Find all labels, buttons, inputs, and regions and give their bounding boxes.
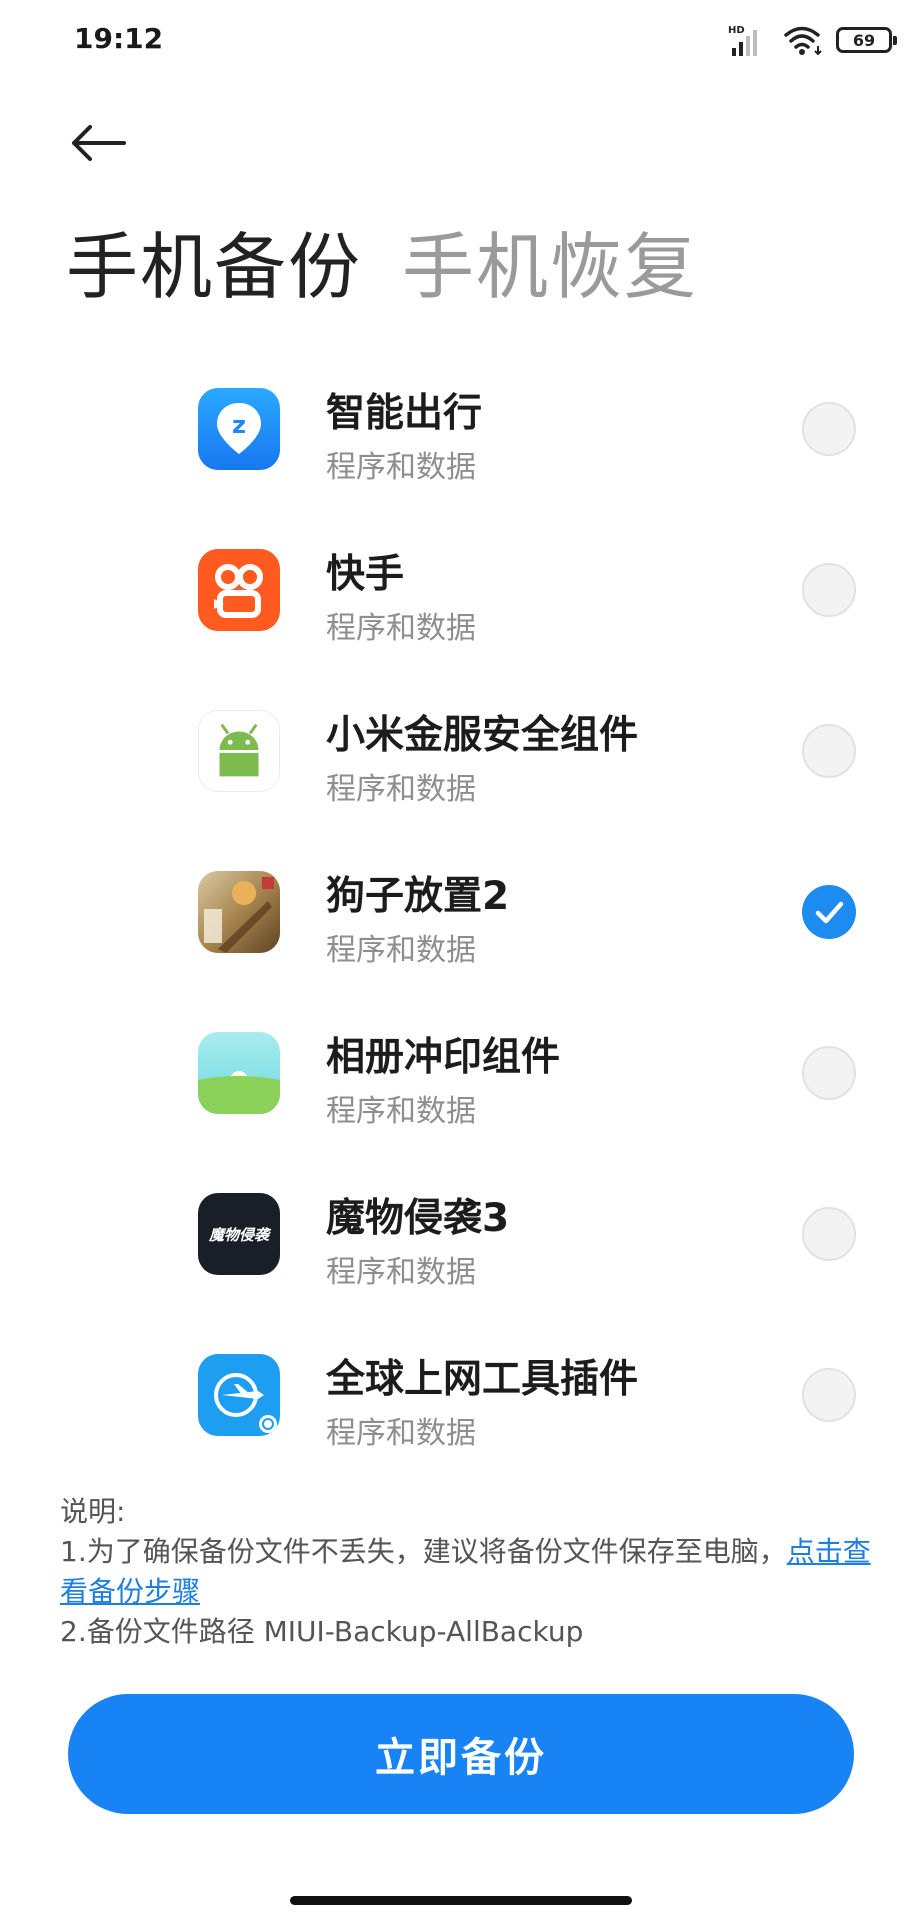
list-item[interactable]: 小米金服安全组件 程序和数据 [0, 684, 922, 845]
back-arrow-icon [72, 125, 126, 161]
back-button[interactable] [68, 118, 128, 168]
battery-level: 69 [852, 30, 876, 50]
icon-lettering: 魔物侵袭 [208, 1225, 269, 1244]
app-name: 全球上网工具插件 [326, 1357, 639, 1402]
tab-restore[interactable]: 手机恢复 [402, 222, 698, 312]
select-checkbox[interactable] [802, 1368, 856, 1422]
app-name: 快手 [326, 552, 405, 597]
app-list: z 智能出行 程序和数据 快手 程序和数据 小米金服安全组件 程序和数据 狗子放… [0, 362, 922, 1489]
kuaishou-icon [198, 549, 280, 631]
airplane-globe-icon [198, 1354, 280, 1436]
status-bar: 19:12 HD 69 [0, 0, 922, 80]
signal-icon: HD [728, 25, 757, 56]
select-checkbox[interactable] [802, 402, 856, 456]
game-art-icon [198, 871, 280, 953]
select-checkbox[interactable] [802, 724, 856, 778]
status-time: 19:12 [74, 22, 164, 55]
app-name: 小米金服安全组件 [326, 713, 639, 758]
app-subtitle: 程序和数据 [326, 772, 476, 807]
list-item[interactable]: z 智能出行 程序和数据 [0, 362, 922, 523]
home-indicator[interactable] [290, 1896, 632, 1905]
backup-notes: 说明: 1.为了确保备份文件不丢失，建议将备份文件保存至电脑，点击查看备份步骤 … [60, 1492, 880, 1652]
select-checkbox[interactable] [802, 563, 856, 617]
svg-text:z: z [232, 411, 246, 439]
wifi-icon [784, 26, 822, 56]
app-name: 相册冲印组件 [326, 1035, 561, 1080]
android-icon [198, 710, 280, 792]
tab-bar: 手机备份 手机恢复 [66, 222, 698, 312]
app-subtitle: 程序和数据 [326, 611, 476, 646]
list-item[interactable]: 快手 程序和数据 [0, 523, 922, 684]
app-subtitle: 程序和数据 [326, 1416, 476, 1451]
calligraphy-icon: 魔物侵袭 [198, 1193, 280, 1275]
notes-line-1-text: 1.为了确保备份文件不丢失，建议将备份文件保存至电脑， [60, 1535, 787, 1568]
app-subtitle: 程序和数据 [326, 933, 476, 968]
select-checkbox[interactable] [802, 1207, 856, 1261]
app-subtitle: 程序和数据 [326, 1094, 476, 1129]
app-name: 狗子放置2 [326, 874, 510, 919]
landscape-icon [198, 1032, 280, 1114]
app-name: 智能出行 [326, 391, 483, 436]
tab-backup[interactable]: 手机备份 [66, 222, 362, 312]
app-subtitle: 程序和数据 [326, 1255, 476, 1290]
battery-icon: 69 [836, 27, 897, 53]
checkmark-icon [815, 901, 844, 924]
select-checkbox-checked[interactable] [802, 885, 856, 939]
list-item[interactable]: 狗子放置2 程序和数据 [0, 845, 922, 1006]
app-subtitle: 程序和数据 [326, 450, 476, 485]
list-item[interactable]: 全球上网工具插件 程序和数据 [0, 1328, 922, 1489]
select-checkbox[interactable] [802, 1046, 856, 1100]
backup-now-button[interactable]: 立即备份 [68, 1694, 854, 1814]
list-item[interactable]: 魔物侵袭 魔物侵袭3 程序和数据 [0, 1167, 922, 1328]
list-item[interactable]: 相册冲印组件 程序和数据 [0, 1006, 922, 1167]
network-label: HD [728, 25, 745, 36]
notes-line-1: 1.为了确保备份文件不丢失，建议将备份文件保存至电脑，点击查看备份步骤 [60, 1532, 880, 1612]
location-pin-icon: z [198, 388, 280, 470]
notes-heading: 说明: [60, 1495, 126, 1528]
notes-line-2: 2.备份文件路径 MIUI-Backup-AllBackup [60, 1615, 584, 1648]
app-name: 魔物侵袭3 [326, 1196, 510, 1241]
status-icons: HD 69 [728, 22, 897, 58]
